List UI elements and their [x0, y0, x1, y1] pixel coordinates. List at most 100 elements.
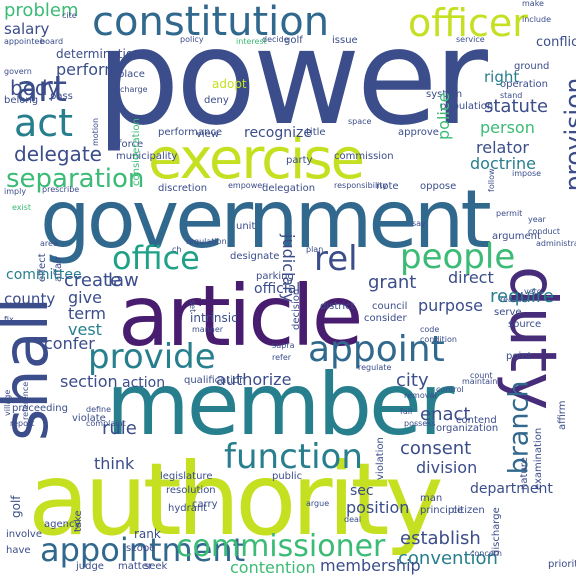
cloud-word-set: count: [470, 371, 493, 380]
cloud-word-exist: place: [118, 69, 145, 80]
cloud-word-public: permit: [496, 209, 523, 218]
cloud-word-govern: pass: [50, 91, 73, 102]
cloud-word-party: empower: [228, 181, 266, 190]
cloud-word-think: resolution: [166, 485, 216, 496]
cloud-word-doctrine: title: [306, 127, 326, 138]
cloud-word-remove: salary: [4, 20, 50, 38]
cloud-word-contention: have: [6, 545, 31, 556]
cloud-word-concern: consider: [364, 313, 407, 324]
cloud-word-council: parking: [256, 271, 294, 282]
cloud-word-charge: deny: [204, 95, 229, 106]
cloud-word-code: area: [40, 239, 58, 248]
cloud-word-approve: commission: [334, 151, 394, 162]
cloud-word-relator: recognize: [244, 125, 312, 141]
cloud-word-position: establish: [400, 528, 481, 549]
cloud-word-commission: discretion: [158, 183, 208, 194]
cloud-word-area: regulation: [186, 237, 227, 246]
cloud-word-committee: law: [108, 270, 139, 291]
cloud-word-consent: removal: [404, 391, 437, 400]
cloud-word-organization: fail: [400, 407, 413, 416]
cloud-word-affair: say: [412, 219, 426, 228]
cloud-word-possess: point: [506, 351, 532, 362]
cloud-word-prohibition: service: [456, 35, 485, 44]
cloud-word-note: follow: [487, 168, 496, 192]
cloud-word-authorize: consent: [400, 438, 472, 459]
cloud-word-examination: affirm: [557, 400, 568, 430]
cloud-word-refer: qualification: [184, 375, 246, 386]
cloud-word-condition: plan: [306, 245, 324, 254]
cloud-word-elect: man: [420, 493, 443, 504]
cloud-word-serve: source: [508, 319, 542, 330]
cloud-word-carry: argument: [492, 231, 541, 242]
cloud-word-oppose: impose: [512, 169, 542, 178]
cloud-word-space: party: [286, 155, 313, 166]
cloud-word-purpose: county: [4, 290, 56, 308]
cloud-word-conduct: designate: [230, 251, 280, 262]
cloud-word-delegation: note: [376, 181, 399, 192]
cloud-word-point: council: [372, 301, 408, 312]
cloud-word-plan: ch: [172, 245, 182, 254]
cloud-word-proceeding: village: [3, 389, 12, 416]
cloud-word-establish: membership: [320, 556, 421, 575]
cloud-word-man: citizen: [452, 505, 485, 516]
cloud-word-mayor: perform: [56, 60, 120, 79]
cloud-word-follow: year: [528, 215, 546, 224]
cloud-word-appointee: govern: [4, 67, 32, 76]
cloud-word-consideration: policy: [180, 35, 204, 44]
cloud-word-delegate: delegate: [14, 142, 102, 166]
cloud-word-judge: seek: [144, 561, 168, 572]
cloud-word-reason: code: [420, 325, 440, 334]
cloud-word-direct: purpose: [418, 296, 483, 315]
cloud-word-hydrant: argue: [306, 499, 330, 508]
cloud-word-issue: conflict: [536, 35, 576, 50]
cloud-word-citizen: prioritize: [548, 559, 576, 570]
cloud-word-membership: involve: [6, 529, 43, 540]
cloud-word-legislature: golf: [9, 495, 23, 518]
cloud-word-manner: carry: [192, 499, 218, 510]
cloud-word-veto: reason: [500, 295, 528, 304]
cloud-word-provision: provision: [559, 77, 576, 192]
cloud-word-belong: exist: [12, 203, 32, 212]
cloud-word-ch: organization: [436, 423, 499, 434]
cloud-word-municipality: consideration: [131, 118, 142, 186]
cloud-word-convention: contention: [230, 558, 316, 576]
cloud-word-system: right: [484, 68, 520, 86]
cloud-word-discretion: delegation: [262, 183, 316, 194]
cloud-word-problem: appointee: [4, 37, 45, 46]
cloud-word-contend: possess: [404, 419, 436, 428]
cloud-word-discharge: examination: [533, 427, 544, 490]
cloud-word-administration: prescribe: [42, 185, 80, 194]
cloud-word-affirm: refer: [272, 353, 292, 362]
cloud-word-intrinsic: fix: [4, 315, 14, 324]
cloud-word-decision: manner: [192, 325, 224, 334]
cloud-word-place: adopt: [212, 77, 247, 91]
cloud-word-provide: provide: [88, 337, 216, 377]
cloud-word-maintain: concern: [470, 549, 502, 558]
cloud-word-law: direct: [448, 268, 494, 287]
cloud-word-parking: intrinsic: [190, 311, 238, 325]
cloud-word-source: condition: [420, 335, 457, 344]
cloud-word-involve: judge: [76, 561, 104, 572]
cloud-word-decide: issue: [332, 35, 358, 46]
cloud-word-division: legislature: [160, 471, 213, 482]
cloud-word-determination: board: [40, 37, 64, 46]
cloud-word-board: belong: [4, 95, 39, 106]
cloud-word-make: include: [522, 15, 551, 24]
word-cloud: power authority member article governmen…: [0, 0, 576, 576]
cloud-word-matter: scope: [126, 543, 156, 554]
cloud-word-complaint: violation: [375, 437, 386, 480]
cloud-word-confer: action: [122, 375, 166, 391]
cloud-word-term: confer: [44, 334, 95, 353]
cloud-word-consider: district: [320, 301, 355, 312]
cloud-word-agency: position: [346, 498, 410, 517]
cloud-word-title: space: [348, 117, 372, 126]
cloud-word-force: performance: [158, 127, 223, 138]
cloud-word-fix: public: [272, 471, 303, 482]
cloud-word-judiciary: city: [396, 370, 429, 391]
cloud-word-removal: division: [416, 458, 478, 477]
cloud-word-district: decision: [291, 288, 302, 330]
cloud-word-qualification: reference: [21, 381, 30, 420]
cloud-word-prioritize: nature: [519, 457, 530, 490]
cloud-word-regulation: set: [188, 300, 197, 313]
cloud-word-permit: serve: [494, 307, 522, 318]
